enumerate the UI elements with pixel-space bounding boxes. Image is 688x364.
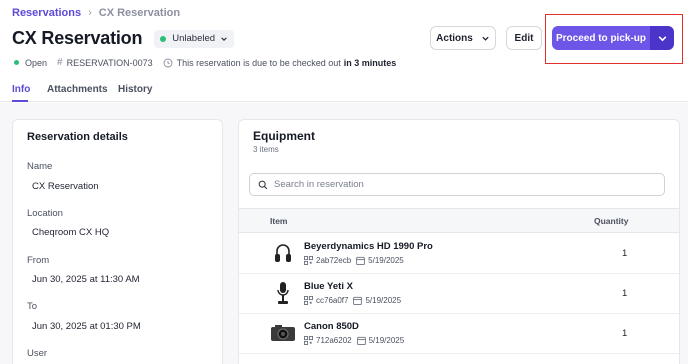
microphone-icon	[270, 280, 296, 306]
title-row: CX Reservation Unlabeled	[12, 28, 235, 49]
qr-code-icon	[304, 256, 313, 265]
status-text: Open	[25, 57, 48, 68]
item-quantity: 1	[622, 288, 628, 299]
breadcrumb-reservations-link[interactable]: Reservations	[12, 7, 81, 19]
proceed-to-pickup-button[interactable]: Proceed to pick-up	[552, 26, 650, 50]
hash-icon: #	[57, 57, 63, 68]
column-header-item[interactable]: Item	[270, 216, 287, 226]
meta-row: Open # RESERVATION-0073 This reservation…	[14, 57, 406, 68]
item-date: 5/19/2025	[368, 336, 405, 345]
actions-button[interactable]: Actions	[430, 26, 496, 50]
clock-icon	[163, 58, 173, 67]
field-value-from: Jun 30, 2025 at 11:30 AM	[32, 274, 140, 285]
item-quantity: 1	[622, 248, 628, 259]
page-title: CX Reservation	[12, 28, 143, 48]
calendar-icon	[356, 336, 366, 345]
proceed-options-button[interactable]	[650, 26, 674, 50]
equipment-count: 3 items	[253, 145, 279, 154]
table-row[interactable]: Beyerdynamics HD 1990 Pro 2ab72ecb 5/19/…	[239, 234, 679, 274]
calendar-icon	[353, 296, 363, 305]
field-label-to: To	[27, 301, 38, 312]
actions-label: Actions	[436, 32, 473, 44]
status-dot	[14, 60, 19, 65]
item-date: 5/19/2025	[365, 296, 402, 305]
search-input[interactable]	[274, 179, 644, 190]
reservation-id-text: RESERVATION-0073	[66, 57, 153, 68]
due-text: This reservation is due to be checked ou…	[176, 57, 341, 68]
item-name[interactable]: Canon 850D	[304, 321, 359, 332]
reservation-id: # RESERVATION-0073	[57, 57, 153, 68]
camera-icon	[270, 320, 296, 346]
field-value-to: Jun 30, 2025 at 01:30 PM	[32, 321, 141, 332]
qr-code-icon	[304, 296, 313, 305]
active-tab-indicator	[12, 100, 28, 102]
tab-history[interactable]: History	[118, 84, 152, 95]
item-name[interactable]: Beyerdynamics HD 1990 Pro	[304, 241, 433, 252]
tab-bar: Info Attachments History	[0, 82, 688, 102]
status-badge: Open	[14, 58, 47, 68]
label-dropdown[interactable]: Unlabeled	[154, 29, 235, 48]
chevron-down-icon	[221, 36, 227, 41]
item-meta: 2ab72ecb 5/19/2025	[304, 256, 404, 265]
item-code: 712a6202	[316, 336, 352, 345]
item-meta: 712a6202 5/19/2025	[304, 336, 404, 345]
equipment-title: Equipment	[253, 129, 315, 143]
chevron-down-icon	[658, 35, 666, 41]
due-notice: This reservation is due to be checked ou…	[163, 57, 397, 68]
field-label-location: Location	[27, 208, 63, 219]
field-label-name: Name	[27, 161, 53, 172]
chevron-down-icon	[482, 36, 489, 41]
item-meta: cc76a0f7 5/19/2025	[304, 296, 401, 305]
breadcrumb-current: CX Reservation	[98, 7, 181, 19]
label-text: Unlabeled	[172, 33, 216, 44]
edit-button[interactable]: Edit	[506, 26, 542, 50]
field-value-location: Cheqroom CX HQ	[32, 227, 110, 238]
details-title: Reservation details	[27, 131, 128, 143]
tab-attachments[interactable]: Attachments	[47, 84, 108, 95]
proceed-label: Proceed to pick-up	[555, 32, 646, 44]
equipment-card: Equipment 3 items Item Quantity Beyerdyn…	[238, 119, 680, 364]
table-row[interactable]: Canon 850D 712a6202 5/19/2025 1	[239, 314, 679, 354]
edit-label: Edit	[514, 32, 534, 44]
table-row[interactable]: Blue Yeti X cc76a0f7 5/19/2025 1	[239, 274, 679, 314]
tab-info[interactable]: Info	[12, 84, 30, 95]
highlight-box: Proceed to pick-up	[545, 14, 683, 64]
calendar-icon	[356, 256, 365, 265]
label-color-dot	[160, 35, 167, 42]
qr-code-icon	[304, 336, 313, 345]
search-icon	[258, 180, 268, 190]
item-name[interactable]: Blue Yeti X	[304, 281, 353, 292]
column-header-quantity[interactable]: Quantity	[594, 216, 628, 226]
item-code: 2ab72ecb	[316, 256, 352, 265]
field-label-from: From	[27, 255, 50, 266]
table-header: Item Quantity	[239, 208, 679, 233]
reservation-details-card: Reservation details Name CX Reservation …	[12, 119, 223, 364]
due-strong: in 3 minutes	[343, 57, 397, 68]
item-quantity: 1	[622, 328, 628, 339]
item-code: cc76a0f7	[316, 296, 349, 305]
field-label-user: User	[27, 348, 48, 359]
field-value-name: CX Reservation	[32, 181, 99, 192]
chevron-right-icon: ›	[88, 7, 92, 19]
breadcrumb: Reservations › CX Reservation	[12, 7, 180, 19]
search-box[interactable]	[249, 173, 665, 196]
headphones-icon	[270, 240, 296, 266]
item-date: 5/19/2025	[368, 256, 404, 265]
